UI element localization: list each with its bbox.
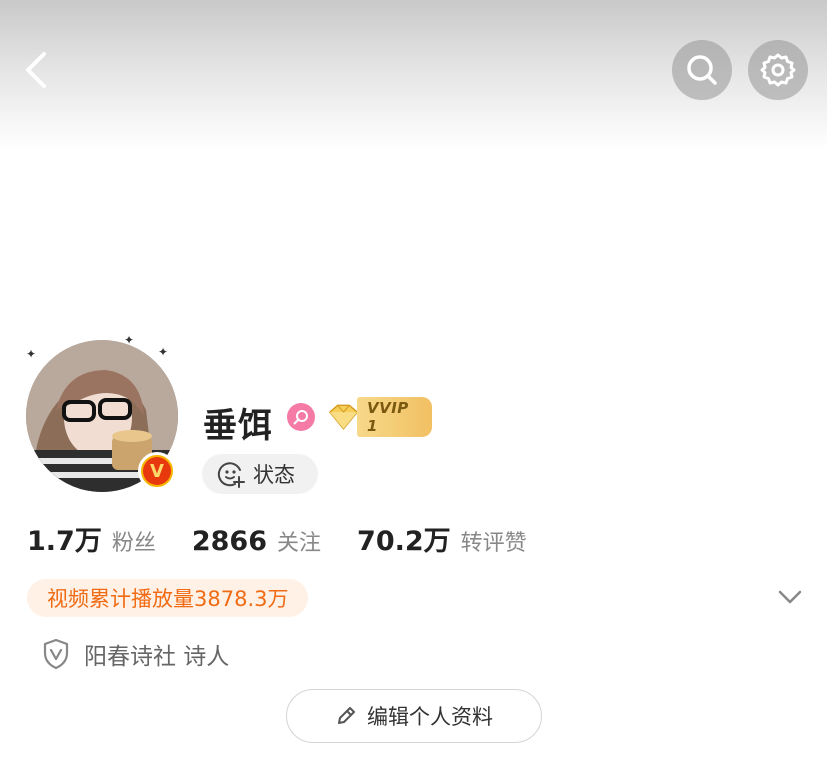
stat-following[interactable]: 2866 关注 — [192, 525, 321, 557]
sparkle-icon: ✦ — [26, 347, 37, 361]
back-button[interactable] — [18, 48, 58, 92]
vip-label: VVIP 1 — [357, 397, 432, 437]
stat-value: 1.7万 — [27, 526, 102, 557]
video-play-count-badge: 视频累计播放量3878.3万 — [27, 579, 309, 617]
stat-followers[interactable]: 1.7万 粉丝 — [27, 519, 156, 558]
stat-value: 70.2万 — [357, 526, 451, 557]
expand-button[interactable] — [776, 586, 804, 608]
female-icon — [287, 403, 315, 431]
settings-button[interactable] — [748, 40, 808, 100]
vip-badge[interactable]: VVIP 1 — [324, 397, 432, 437]
verification-text: 阳春诗社 诗人 — [84, 644, 230, 670]
gear-icon — [760, 53, 796, 87]
video-play-count: 视频累计播放量3878.3万 — [47, 587, 289, 611]
stat-label: 粉丝 — [111, 531, 156, 556]
sparkle-icon: ✦ — [158, 345, 169, 359]
stat-value: 2866 — [191, 526, 268, 557]
sparkle-icon: ✦ — [124, 333, 135, 347]
edit-profile-label: 编辑个人资料 — [367, 705, 493, 729]
status-button[interactable]: 状态 — [202, 454, 318, 494]
stat-label: 关注 — [277, 531, 322, 556]
stat-likes[interactable]: 70.2万 转评赞 — [357, 519, 527, 558]
verified-badge-letter: V — [143, 457, 171, 485]
edit-profile-button[interactable]: 编辑个人资料 — [286, 689, 542, 743]
verified-badge: V — [138, 452, 176, 490]
profile-stats: 1.7万 粉丝 2866 关注 70.2万 转评赞 — [27, 519, 563, 559]
chevron-down-icon — [778, 590, 802, 604]
pencil-icon — [338, 707, 355, 724]
verification-row: 阳春诗社 诗人 — [42, 637, 229, 671]
username: 垂饵 — [203, 406, 273, 446]
shield-v-icon — [43, 638, 69, 670]
avatar[interactable]: ✦ ✦ ✦ V — [26, 334, 178, 492]
search-icon — [687, 55, 717, 85]
status-label: 状态 — [253, 463, 295, 487]
search-button[interactable] — [672, 40, 732, 100]
stat-label: 转评赞 — [460, 531, 527, 556]
smiley-add-icon — [217, 462, 245, 488]
chevron-left-icon — [26, 52, 46, 88]
